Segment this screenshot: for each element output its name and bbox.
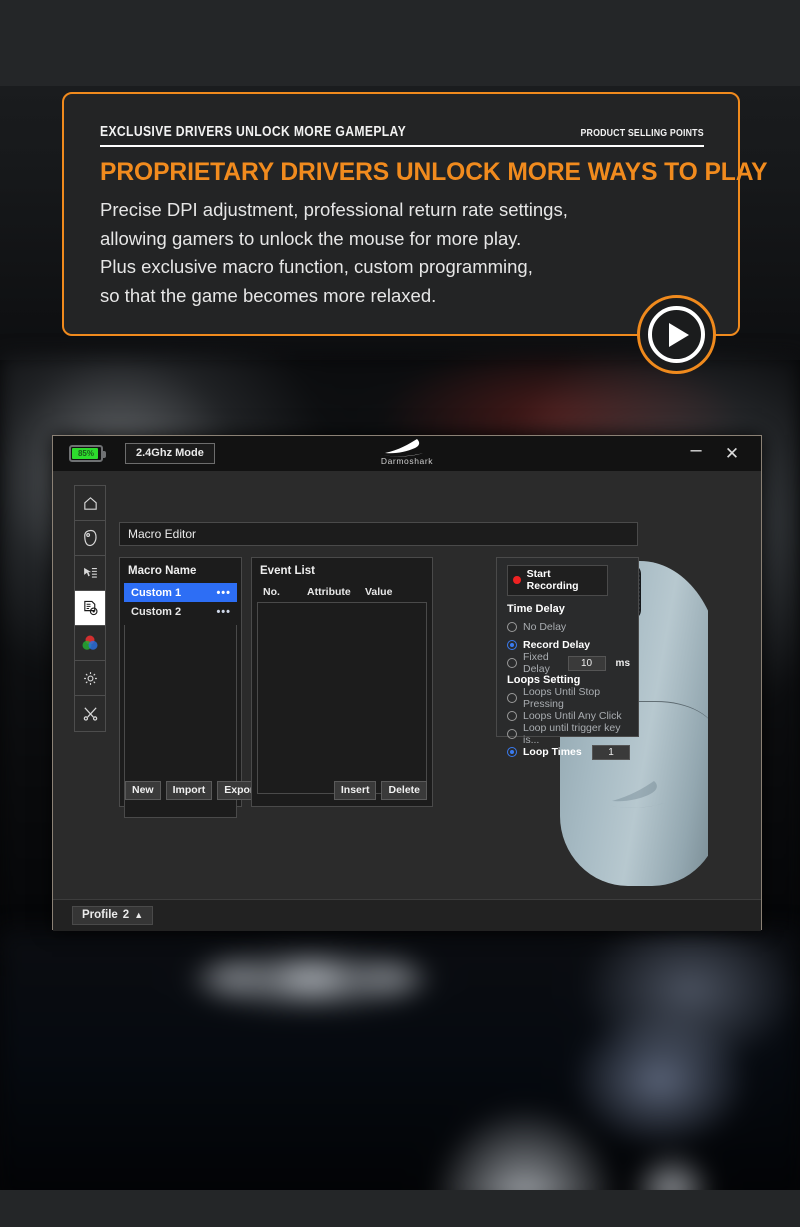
- event-list-panel: Event List No. Attribute Value Insert De…: [251, 557, 433, 807]
- option-label: Loop until trigger key is...: [523, 722, 621, 746]
- radio-no-delay-icon: [507, 622, 517, 632]
- new-macro-button[interactable]: New: [125, 781, 161, 800]
- option-label: Record Delay: [523, 639, 591, 651]
- app-body: Macro Editor Macro Name Custom 1 ••• Cus…: [53, 471, 761, 931]
- macro-item-label: Custom 2: [131, 605, 182, 618]
- import-macro-button[interactable]: Import: [165, 781, 213, 800]
- option-label: Fixed Delay: [523, 651, 550, 675]
- event-panel-buttons: Insert Delete: [333, 781, 427, 800]
- option-label: Loops Until Stop Pressing: [523, 686, 601, 710]
- banner-kicker-row: EXCLUSIVE DRIVERS UNLOCK MORE GAMEPLAY P…: [100, 124, 704, 147]
- macro-panel-title: Macro Name: [128, 565, 197, 577]
- radio-record-delay-icon: [507, 640, 517, 650]
- background-edge-top: [0, 0, 800, 86]
- macro-list-item[interactable]: Custom 2 •••: [124, 602, 237, 621]
- close-button[interactable]: ✕: [719, 441, 745, 467]
- minimize-button[interactable]: –: [683, 440, 709, 467]
- event-col-attribute: Attribute: [307, 586, 351, 598]
- start-recording-label: Start Recording: [526, 568, 579, 592]
- option-loops-until-stop-pressing[interactable]: Loops Until Stop Pressing: [507, 686, 630, 710]
- mouse-icon: [84, 529, 97, 547]
- macro-item-label: Custom 1: [131, 586, 182, 599]
- radio-loops-until-any-click-icon: [507, 711, 517, 721]
- option-no-delay[interactable]: No Delay: [507, 618, 630, 636]
- caret-up-icon: ▲: [134, 910, 144, 920]
- banner-body: Precise DPI adjustment, professional ret…: [100, 196, 704, 310]
- radio-fixed-delay-icon: [507, 658, 517, 668]
- driver-app-window: 85% 2.4Ghz Mode Darmoshark – ✕ Macro Edi…: [52, 435, 762, 931]
- battery-indicator: 85%: [69, 445, 106, 462]
- macro-list: Custom 1 ••• Custom 2 •••: [124, 583, 237, 621]
- macro-item-menu-icon[interactable]: •••: [216, 587, 231, 599]
- loop-times-input[interactable]: 1: [592, 744, 630, 760]
- sidebar-item-macro[interactable]: [75, 591, 105, 626]
- play-icon: [648, 306, 705, 363]
- gear-icon: [83, 671, 97, 685]
- insert-event-button[interactable]: Insert: [333, 781, 377, 800]
- background-bottom-blur: [0, 930, 800, 1205]
- banner-body-line: Plus exclusive macro function, custom pr…: [100, 256, 533, 277]
- macro-list-item[interactable]: Custom 1 •••: [124, 583, 237, 602]
- shark-fin-icon: [383, 439, 423, 457]
- macro-panel-buttons: New Import Export: [125, 781, 265, 800]
- macro-icon: [83, 600, 98, 615]
- play-button[interactable]: [637, 295, 716, 374]
- macro-item-menu-icon[interactable]: •••: [216, 606, 231, 618]
- home-icon: [83, 496, 97, 510]
- rgb-lighting-icon: [82, 635, 98, 650]
- tools-icon: [83, 707, 97, 721]
- sidebar-item-tools[interactable]: [75, 696, 105, 731]
- event-table-body[interactable]: [257, 602, 427, 794]
- loops-setting-title: Loops Setting: [507, 674, 581, 686]
- app-statusbar: Profile 2 ▲: [53, 899, 761, 931]
- profile-number: 2: [122, 909, 130, 921]
- profile-selector[interactable]: Profile 2 ▲: [72, 906, 154, 925]
- delete-event-button[interactable]: Delete: [381, 781, 427, 800]
- option-fixed-delay[interactable]: Fixed Delay 10 ms: [507, 651, 630, 675]
- fixed-delay-unit: ms: [615, 657, 630, 669]
- connection-mode-button[interactable]: 2.4Ghz Mode: [125, 443, 215, 464]
- fixed-delay-input[interactable]: 10: [567, 655, 606, 671]
- time-delay-title: Time Delay: [507, 603, 565, 615]
- event-col-no: No.: [263, 586, 280, 598]
- option-label: Loop Times: [523, 746, 582, 758]
- sidebar-item-settings[interactable]: [75, 661, 105, 696]
- sidebar-item-mouse[interactable]: [75, 521, 105, 556]
- key-assign-icon: [83, 567, 97, 578]
- radio-loop-until-trigger-key-icon: [507, 729, 517, 739]
- start-recording-button[interactable]: Start Recording: [507, 565, 608, 596]
- banner-kicker-right: PRODUCT SELLING POINTS: [580, 127, 704, 139]
- mouse-shark-fin-icon: [609, 781, 664, 808]
- option-label: No Delay: [523, 621, 567, 633]
- event-table-header: No. Attribute Value: [257, 583, 427, 602]
- banner-kicker-left: EXCLUSIVE DRIVERS UNLOCK MORE GAMEPLAY: [100, 124, 407, 140]
- promo-banner: EXCLUSIVE DRIVERS UNLOCK MORE GAMEPLAY P…: [62, 92, 768, 336]
- macro-name-panel: Macro Name Custom 1 ••• Custom 2 ••• New…: [119, 557, 265, 818]
- window-controls: – ✕: [683, 440, 761, 467]
- background-edge-bottom: [0, 1190, 800, 1227]
- banner-body-line: allowing gamers to unlock the mouse for …: [100, 227, 522, 249]
- record-dot-icon: [513, 576, 521, 584]
- banner-headline: PROPRIETARY DRIVERS UNLOCK MORE WAYS TO …: [100, 158, 768, 186]
- event-panel-title: Event List: [260, 565, 315, 577]
- radio-loops-until-stop-pressing-icon: [507, 693, 517, 703]
- profile-label: Profile: [82, 909, 118, 921]
- battery-percent-label: 85%: [77, 449, 94, 458]
- banner-body-line: Precise DPI adjustment, professional ret…: [100, 199, 568, 220]
- macro-options-panel: Start Recording Time Delay No Delay Reco…: [496, 557, 639, 760]
- play-triangle: [669, 322, 689, 347]
- sidebar-item-lighting[interactable]: [75, 626, 105, 661]
- app-titlebar: 85% 2.4Ghz Mode Darmoshark – ✕: [53, 436, 761, 485]
- event-col-value: Value: [365, 586, 393, 598]
- option-label: Loops Until Any Click: [523, 710, 622, 722]
- sidebar-item-home[interactable]: [75, 486, 105, 521]
- sidebar-nav: [74, 485, 106, 732]
- sidebar-item-key-assign[interactable]: [75, 556, 105, 591]
- banner-body-line: so that the game becomes more relaxed.: [100, 284, 437, 306]
- radio-loop-times-icon: [507, 747, 517, 757]
- option-loop-times[interactable]: Loop Times 1: [507, 743, 630, 761]
- option-loop-until-trigger-key[interactable]: Loop until trigger key is...: [507, 722, 630, 746]
- page-title: Macro Editor: [119, 522, 638, 546]
